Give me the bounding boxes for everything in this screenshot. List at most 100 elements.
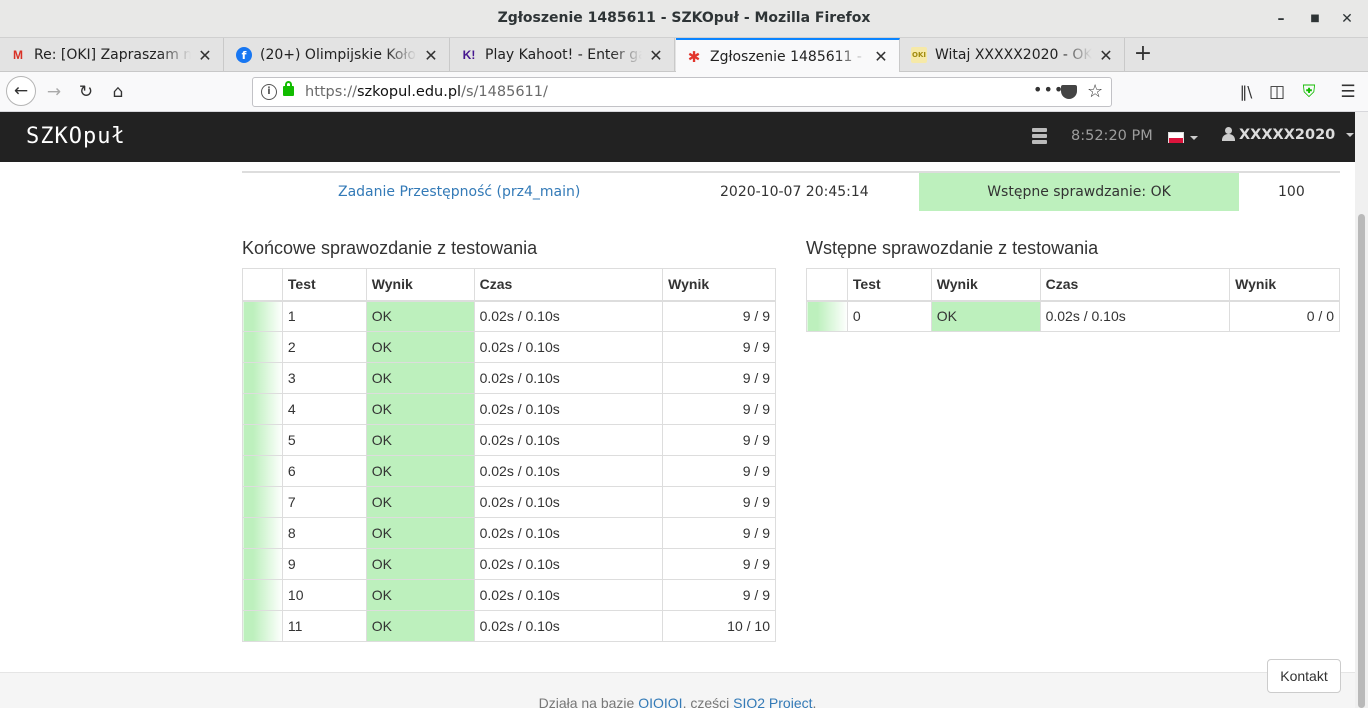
column-header: Test (846, 268, 932, 302)
test-number: 6 (281, 455, 367, 487)
library-icon[interactable]: ‖\ (1232, 78, 1260, 106)
forward-arrow-icon[interactable]: → (40, 78, 68, 106)
table-row: 4 OK 0.02s / 0.10s 9 / 9 (242, 393, 776, 425)
final-report-table: Test Wynik Czas Wynik 1 OK 0.02s / 0.10s 9 … (242, 268, 776, 642)
tab-label: (20+) Olimpijskie Koło Inf (260, 47, 417, 63)
close-window-icon[interactable]: ✕ (1337, 9, 1357, 29)
window-title: Zgłoszenie 1485611 - SZKOpuł - Mozilla F… (497, 10, 871, 26)
table-header-row: Test Wynik Czas Wynik (242, 268, 776, 302)
table-row: 3 OK 0.02s / 0.10s 9 / 9 (242, 362, 776, 394)
chevron-down-icon[interactable] (1190, 136, 1198, 140)
test-number: 2 (281, 331, 367, 363)
new-tab-icon[interactable]: + (1130, 38, 1156, 72)
site-navbar: SZKOpuł 8:52:20 PM XXXXX2020 (0, 112, 1355, 162)
test-number: 5 (281, 424, 367, 456)
tab-kahoot[interactable]: K! Play Kahoot! - Enter game ✕ (451, 38, 675, 72)
tab-facebook[interactable]: f (20+) Olimpijskie Koło Inf ✕ (226, 38, 450, 72)
reload-icon[interactable]: ↻ (72, 78, 100, 106)
close-tab-icon[interactable]: ✕ (197, 46, 213, 65)
page-actions-icon[interactable]: ••• (1033, 80, 1064, 99)
shield-icon[interactable]: ⛨ (1295, 78, 1323, 106)
test-number: 8 (281, 517, 367, 549)
oki-icon: OKI (911, 47, 927, 63)
minimize-icon[interactable]: – (1271, 9, 1291, 29)
back-arrow-icon[interactable]: ← (6, 76, 36, 106)
sidebar-icon[interactable]: ◫ (1263, 78, 1291, 106)
tab-szkopul[interactable]: ✱ Zgłoszenie 1485611 - SZK ✕ (676, 38, 900, 73)
footer-suffix: . (812, 695, 817, 708)
gmail-icon: M (13, 48, 23, 62)
status-indicator (806, 300, 848, 332)
test-points: 9 / 9 (662, 331, 776, 363)
url-host: szkopul.edu.pl (356, 84, 462, 100)
sio2-link[interactable]: SIO2 Project (733, 695, 812, 708)
table-row: 1 OK 0.02s / 0.10s 9 / 9 (242, 300, 776, 332)
info-icon[interactable]: i (261, 84, 277, 100)
scrollbar-thumb[interactable] (1358, 214, 1365, 708)
site-logo[interactable]: SZKOpuł (26, 124, 126, 149)
home-icon[interactable]: ⌂ (104, 78, 132, 106)
menu-icon[interactable]: ☰ (1334, 78, 1362, 106)
status-indicator (242, 424, 283, 456)
address-bar[interactable]: i https://szkopul.edu.pl/s/1485611/ ••• … (252, 77, 1112, 107)
tab-oki[interactable]: OKI Witaj XXXXX2020 - OKI ✕ (901, 38, 1125, 72)
url-text[interactable]: https://szkopul.edu.pl/s/1485611/ (305, 84, 548, 100)
test-result: OK (365, 455, 475, 487)
table-row: 8 OK 0.02s / 0.10s 9 / 9 (242, 517, 776, 549)
contact-button[interactable]: Kontakt (1267, 659, 1341, 693)
close-tab-icon[interactable]: ✕ (1098, 46, 1114, 65)
tab-gmail[interactable]: M Re: [OKI] Zapraszam na za ✕ (0, 38, 224, 72)
status-indicator (242, 486, 283, 518)
column-header: Czas (1039, 268, 1231, 302)
bookmark-star-icon[interactable]: ☆ (1087, 81, 1103, 102)
test-points: 9 / 9 (662, 517, 776, 549)
footer-middle: , części (682, 695, 734, 708)
status-indicator (242, 548, 283, 580)
user-menu[interactable]: XXXXX2020 (1222, 127, 1355, 143)
submission-row: Zadanie Przestępność (prz4_main) 2020-10… (242, 171, 1340, 211)
test-points: 9 / 9 (662, 424, 776, 456)
close-tab-icon[interactable]: ✕ (873, 47, 889, 66)
test-result: OK (365, 548, 475, 580)
test-number: 7 (281, 486, 367, 518)
table-row: 9 OK 0.02s / 0.10s 9 / 9 (242, 548, 776, 580)
column-header: Wynik (1229, 268, 1340, 302)
server-status-icon[interactable] (1032, 128, 1047, 144)
test-points: 9 / 9 (662, 548, 776, 580)
test-time: 0.02s / 0.10s (473, 610, 664, 642)
tab-label: Zgłoszenie 1485611 - SZK (710, 48, 867, 65)
test-result: OK (365, 362, 475, 394)
test-time: 0.02s / 0.10s (473, 517, 664, 549)
footer-prefix: Działa na bazie (538, 695, 639, 708)
maximize-icon[interactable]: ■ (1305, 9, 1325, 29)
vertical-scrollbar[interactable] (1355, 112, 1368, 708)
test-points: 9 / 9 (662, 455, 776, 487)
polish-flag-icon[interactable] (1168, 132, 1184, 143)
test-time: 0.02s / 0.10s (473, 579, 664, 611)
pocket-icon[interactable] (1061, 85, 1077, 99)
status-indicator (242, 300, 283, 332)
close-tab-icon[interactable]: ✕ (648, 46, 664, 65)
problem-link[interactable]: Zadanie Przestępność (prz4_main) (338, 184, 580, 200)
test-number: 11 (281, 610, 367, 642)
test-number: 4 (281, 393, 367, 425)
oioioi-link[interactable]: OIOIOI (638, 695, 682, 708)
chevron-down-icon (1346, 133, 1355, 137)
status-indicator (242, 455, 283, 487)
test-time: 0.02s / 0.10s (473, 424, 664, 456)
status-indicator (242, 362, 283, 394)
server-clock[interactable]: 8:52:20 PM (1071, 128, 1153, 144)
test-time: 0.02s / 0.10s (473, 393, 664, 425)
window-titlebar: Zgłoszenie 1485611 - SZKOpuł - Mozilla F… (0, 0, 1368, 38)
close-tab-icon[interactable]: ✕ (423, 46, 439, 65)
test-result: OK (365, 579, 475, 611)
test-result: OK (365, 610, 475, 642)
footer-text: Działa na bazie OIOIOI, części SIO2 Proj… (0, 695, 1355, 708)
column-header: Test (281, 268, 367, 302)
table-row: 11 OK 0.02s / 0.10s 10 / 10 (242, 610, 776, 642)
test-result: OK (365, 486, 475, 518)
submission-status: Wstępne sprawdzanie: OK (919, 173, 1239, 211)
lock-icon[interactable] (283, 81, 294, 96)
initial-report-title: Wstępne sprawozdanie z testowania (806, 238, 1099, 258)
test-number: 3 (281, 362, 367, 394)
